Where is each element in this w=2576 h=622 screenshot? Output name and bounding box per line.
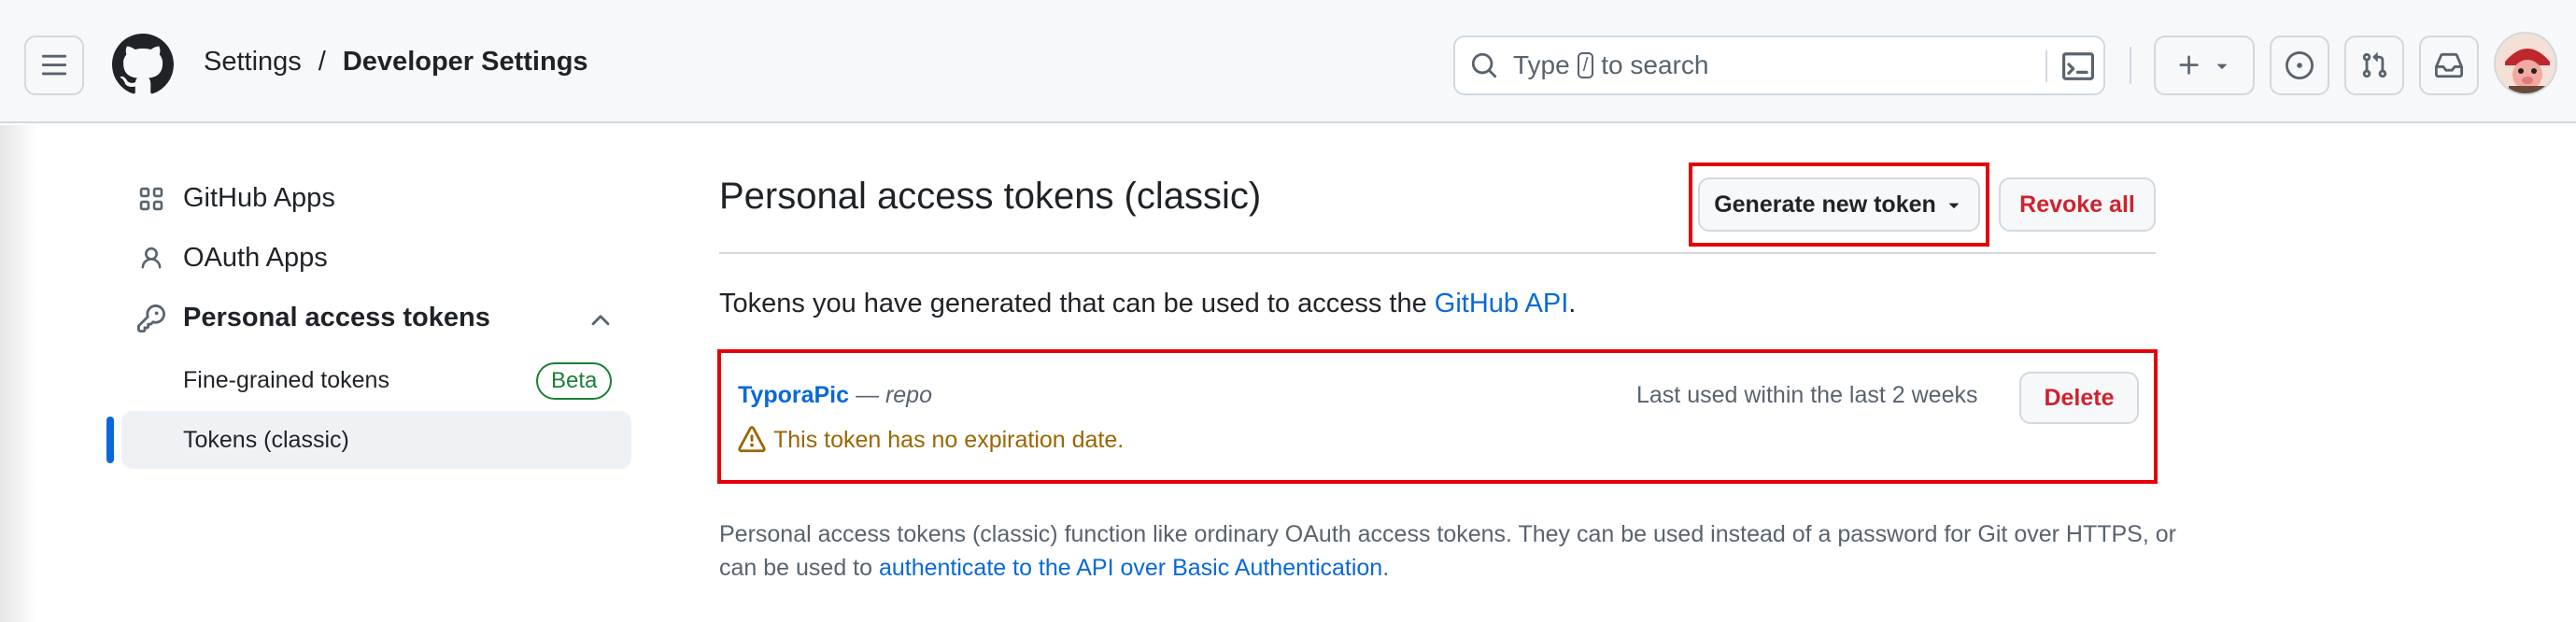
github-logo-icon[interactable] <box>112 34 174 95</box>
avatar[interactable] <box>2494 32 2557 95</box>
sidebar-item-tokens-classic[interactable]: Tokens (classic) <box>121 411 631 469</box>
intro-text: Tokens you have generated that can be us… <box>719 289 1577 318</box>
window-edge-shadow <box>0 125 37 622</box>
slash-key-hint: / <box>1577 52 1594 78</box>
title-divider <box>719 252 2156 254</box>
search-divider <box>2045 50 2047 82</box>
hamburger-icon <box>41 54 67 76</box>
breadcrumb: Settings / Developer Settings <box>204 47 588 78</box>
person-icon <box>136 244 166 274</box>
caret-down-icon <box>2216 64 2228 69</box>
search-icon <box>1471 52 1497 78</box>
github-api-link[interactable]: GitHub API <box>1435 289 1568 318</box>
git-pull-request-icon <box>2362 52 2387 78</box>
issue-opened-icon <box>2286 51 2314 79</box>
key-icon <box>136 304 166 333</box>
user-avatar-icon <box>2496 34 2555 93</box>
sidebar-item-label: OAuth Apps <box>183 243 328 273</box>
create-new-button[interactable] <box>2154 35 2255 95</box>
highlight-box-token-row <box>717 349 2158 484</box>
sidebar-item-label: GitHub Apps <box>183 183 335 213</box>
sidebar-item-label: Fine-grained tokens <box>183 366 389 393</box>
pull-requests-button[interactable] <box>2344 35 2404 95</box>
footnote-text: Personal access tokens (classic) functio… <box>719 521 2176 581</box>
search-placeholder: Type / to search <box>1513 50 1709 79</box>
active-indicator <box>106 417 114 463</box>
beta-badge: Beta <box>536 362 613 400</box>
token-row: TyporaPic — repo <box>738 382 932 409</box>
token-dash: — <box>849 382 885 408</box>
menu-button[interactable] <box>24 35 84 95</box>
chevron-up-icon[interactable] <box>587 306 615 334</box>
plus-icon <box>2179 55 2199 75</box>
token-last-used: Last used within the last 2 weeks <box>1636 382 1978 408</box>
breadcrumb-developer-settings[interactable]: Developer Settings <box>343 47 588 78</box>
breadcrumb-separator: / <box>318 47 326 77</box>
search-input[interactable]: Type / to search <box>1453 35 2105 95</box>
issues-button[interactable] <box>2270 35 2329 95</box>
apps-grid-icon <box>136 184 166 214</box>
header-divider <box>2130 47 2131 84</box>
alert-icon <box>738 426 766 453</box>
breadcrumb-settings[interactable]: Settings <box>204 47 302 78</box>
delete-token-button[interactable]: Delete <box>2019 372 2139 424</box>
token-expiration-warning: This token has no expiration date. <box>738 426 1124 454</box>
page-title: Personal access tokens (classic) <box>719 176 1262 217</box>
sidebar-item-github-apps[interactable]: GitHub Apps <box>136 183 335 214</box>
sidebar-item-label: Tokens (classic) <box>183 426 349 453</box>
sidebar-item-oauth-apps[interactable]: OAuth Apps <box>136 243 328 274</box>
token-name-link[interactable]: TyporaPic <box>738 382 849 408</box>
token-scope: repo <box>885 382 932 408</box>
revoke-all-button[interactable]: Revoke all <box>1999 177 2156 232</box>
command-palette-icon[interactable] <box>2062 50 2094 82</box>
sidebar-item-personal-access-tokens[interactable]: Personal access tokens <box>136 303 490 333</box>
basic-auth-link[interactable]: authenticate to the API over Basic Authe… <box>879 555 1382 581</box>
inbox-button[interactable] <box>2419 35 2479 95</box>
warning-text: This token has no expiration date. <box>773 426 1125 453</box>
sidebar-item-label: Personal access tokens <box>183 303 490 332</box>
highlight-box-generate-token <box>1689 163 1989 247</box>
app-header: Settings / Developer Settings Type / to … <box>0 0 2576 123</box>
inbox-icon <box>2435 52 2463 78</box>
